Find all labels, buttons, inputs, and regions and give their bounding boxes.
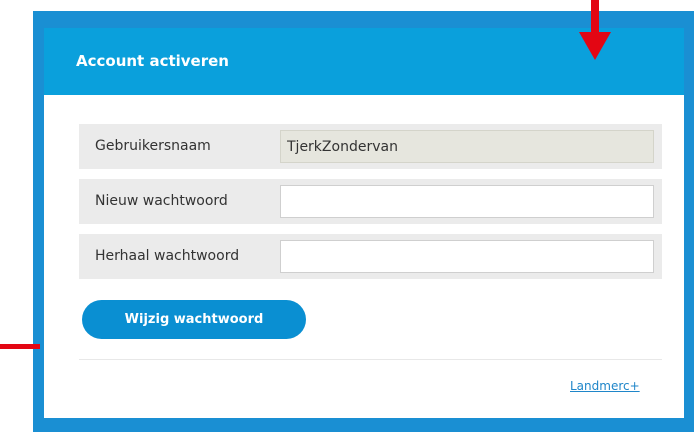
red-line-marker bbox=[0, 344, 40, 349]
repeat-password-label: Herhaal wachtwoord bbox=[95, 248, 240, 264]
activation-panel: Account activeren Gebruikersnaam Nieuw w… bbox=[44, 28, 684, 418]
new-password-field[interactable] bbox=[280, 185, 654, 218]
repeat-password-field[interactable] bbox=[280, 240, 654, 273]
landmerc-link[interactable]: Landmerc+ bbox=[570, 379, 640, 393]
username-field[interactable] bbox=[280, 130, 654, 163]
divider bbox=[79, 359, 662, 360]
new-password-label: Nieuw wachtwoord bbox=[95, 193, 228, 209]
repeat-password-row: Herhaal wachtwoord bbox=[79, 234, 662, 279]
change-password-button[interactable]: Wijzig wachtwoord bbox=[82, 300, 306, 339]
username-row: Gebruikersnaam bbox=[79, 124, 662, 169]
red-arrow-down-icon bbox=[579, 0, 611, 60]
new-password-row: Nieuw wachtwoord bbox=[79, 179, 662, 224]
panel-title: Account activeren bbox=[76, 52, 229, 70]
username-label: Gebruikersnaam bbox=[95, 138, 211, 154]
